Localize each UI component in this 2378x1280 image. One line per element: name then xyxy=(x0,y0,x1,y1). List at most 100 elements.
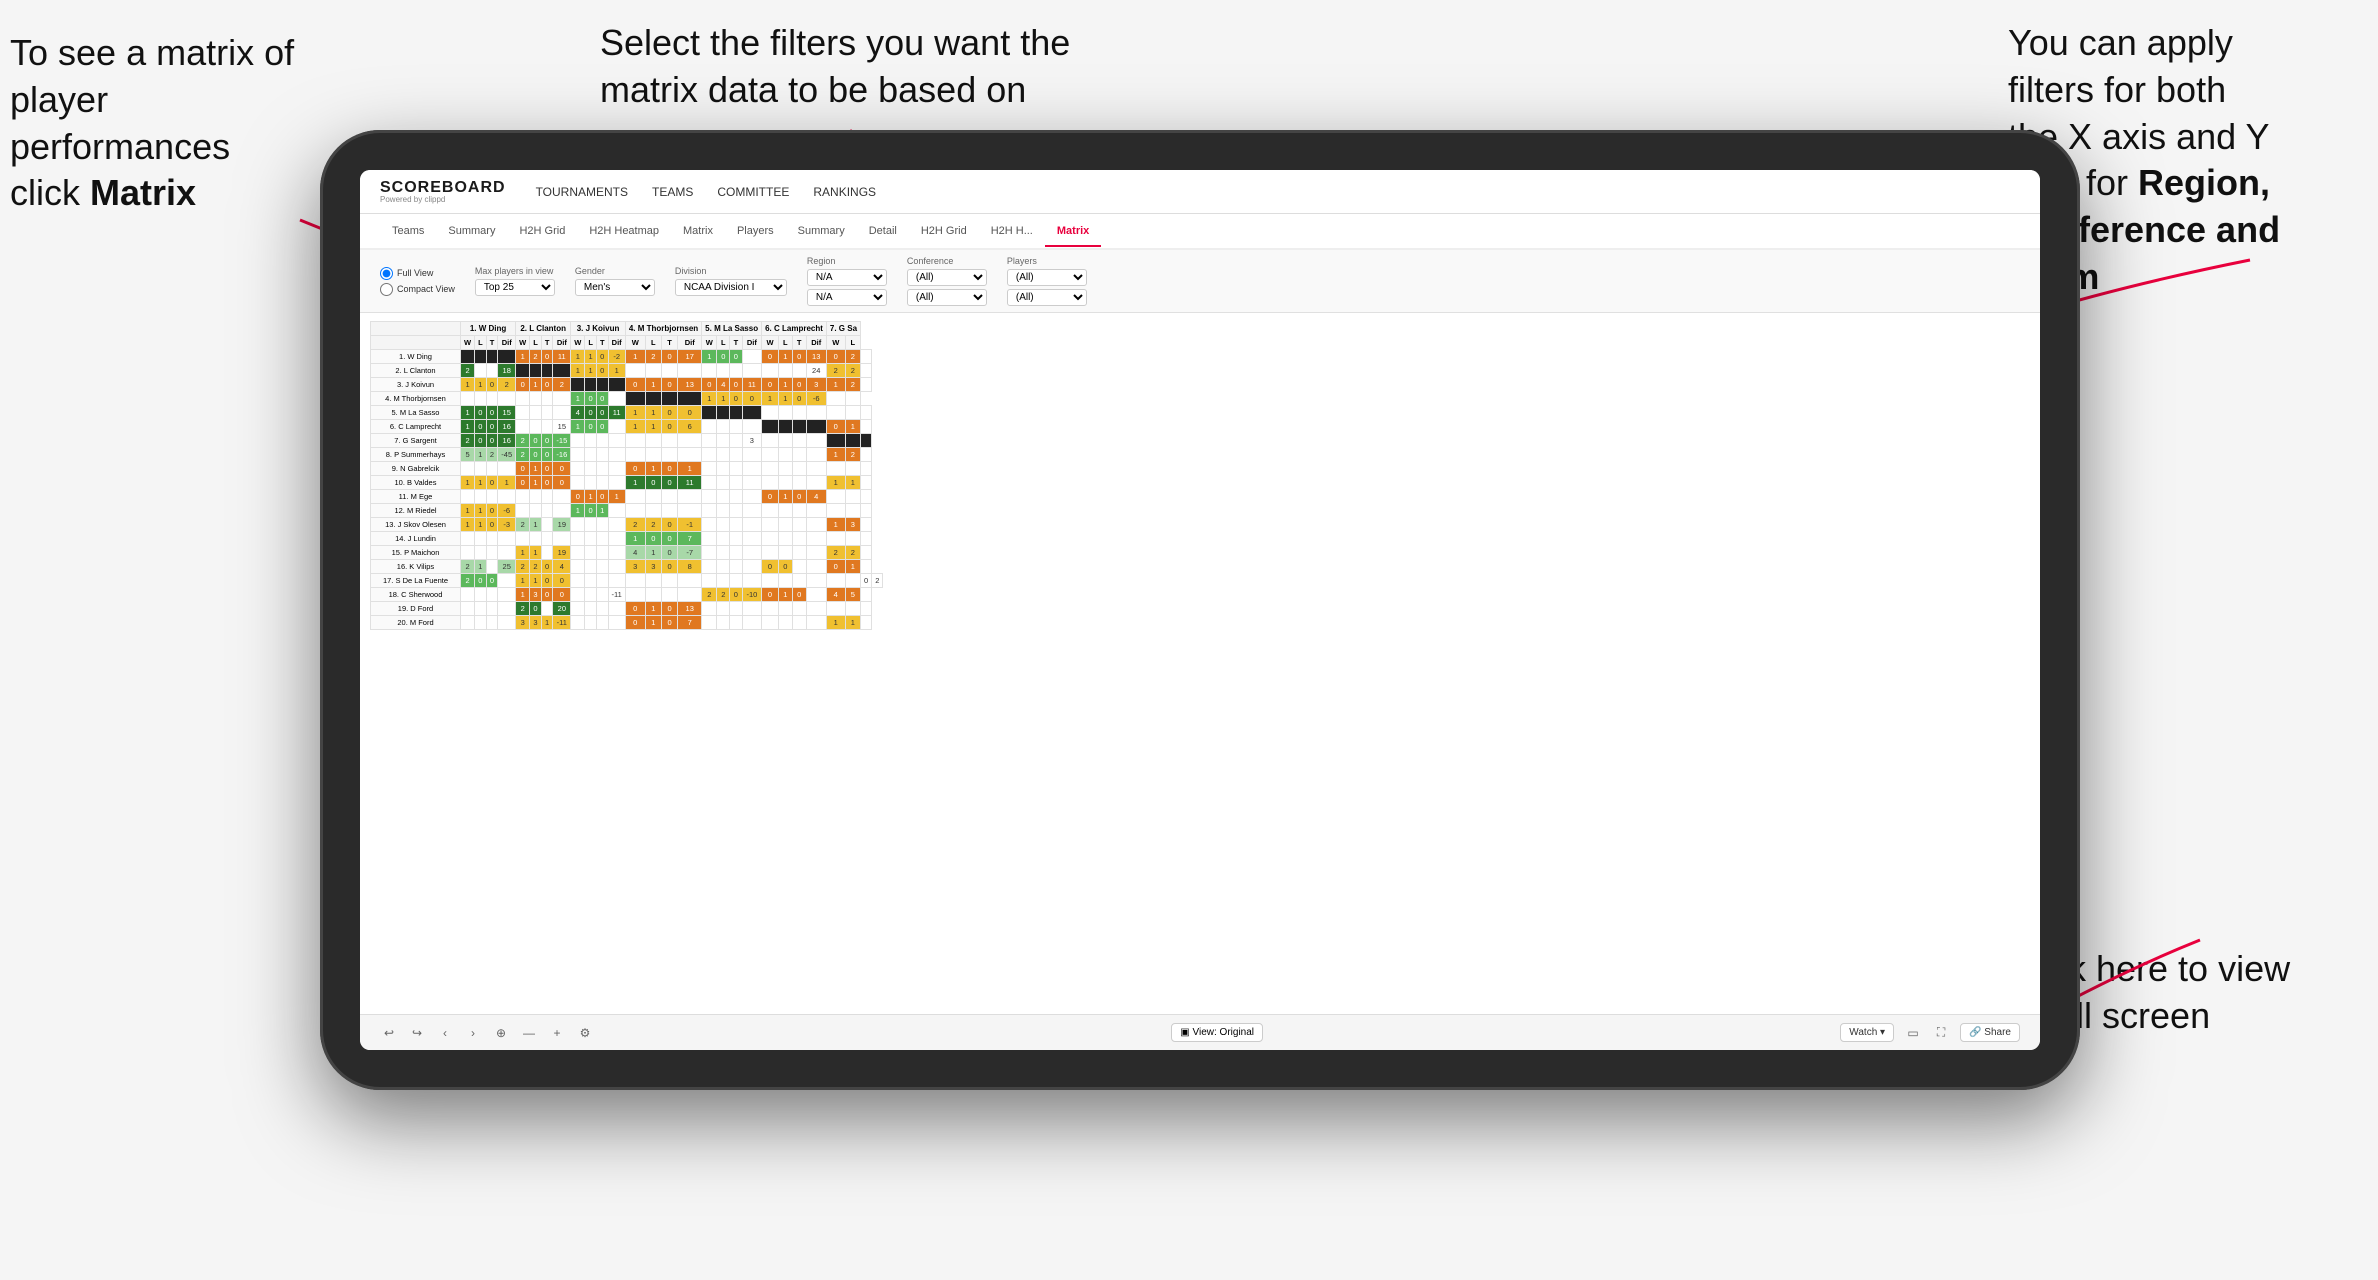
cell-r2-c6-2 xyxy=(792,364,806,378)
cell-r13-c1-2: 0 xyxy=(486,518,498,532)
row-label-19: 19. D Ford xyxy=(371,602,461,616)
max-players-select[interactable]: Top 25 xyxy=(475,279,555,296)
cell-r18-c5-2: 0 xyxy=(730,588,743,602)
cell-r4-c4-1 xyxy=(645,392,661,406)
fullscreen-icon[interactable]: ⛶ xyxy=(1932,1024,1950,1042)
cell-r18-c4-1 xyxy=(645,588,661,602)
cell-r18-c3-1 xyxy=(585,588,597,602)
toolbar-right: Watch ▾ ▭ ⛶ 🔗 Share xyxy=(1840,1023,2020,1042)
compact-view-radio[interactable]: Compact View xyxy=(380,283,455,296)
cell-r4-c1-3 xyxy=(498,392,516,406)
cell-r10-c1-0: 1 xyxy=(461,476,475,490)
nav-item-rankings[interactable]: RANKINGS xyxy=(813,185,876,199)
tab-summary[interactable]: Summary xyxy=(436,217,507,247)
cell-r5-c2-3 xyxy=(553,406,571,420)
players-select1[interactable]: (All) xyxy=(1007,269,1087,286)
cell-r4-c3-0: 1 xyxy=(571,392,585,406)
cell-r19-c2-0: 2 xyxy=(516,602,530,616)
share-button[interactable]: 🔗 Share xyxy=(1960,1023,2020,1042)
row-label-9: 9. N Gabrelcik xyxy=(371,462,461,476)
tab-players[interactable]: Players xyxy=(725,217,786,247)
cell-r7-c6-3 xyxy=(806,434,826,448)
conference-select1[interactable]: (All) xyxy=(907,269,987,286)
cell-r17-c5-2 xyxy=(730,574,743,588)
tab-h2h-grid[interactable]: H2H Grid xyxy=(507,217,577,247)
cell-r14-c2-0 xyxy=(516,532,530,546)
nav-item-teams[interactable]: TEAMS xyxy=(652,185,693,199)
cell-r19-c6-2 xyxy=(792,602,806,616)
cell-r19-c1-2 xyxy=(486,602,498,616)
cell-r10-c5-2 xyxy=(730,476,743,490)
cell-r14-c5-0 xyxy=(702,532,717,546)
cell-r14-c1-2 xyxy=(486,532,498,546)
view-original-button[interactable]: ▣ View: Original xyxy=(1171,1023,1263,1042)
settings-icon[interactable]: ⚙ xyxy=(576,1024,594,1042)
cell-r12-c5-3 xyxy=(742,504,761,518)
tab-summary2[interactable]: Summary xyxy=(786,217,857,247)
cursor-icon[interactable]: ⊕ xyxy=(492,1024,510,1042)
cell-r1-c5-2: 0 xyxy=(730,350,743,364)
cell-r2-c5-3 xyxy=(742,364,761,378)
cell-r11-c2-1 xyxy=(530,490,542,504)
cell-r8-c2-1: 0 xyxy=(530,448,542,462)
cell-r15-c7-0: 2 xyxy=(826,546,845,560)
compact-view-input[interactable] xyxy=(380,283,393,296)
row-label-12: 12. M Riedel xyxy=(371,504,461,518)
cell-r12-c6-3 xyxy=(806,504,826,518)
gender-select[interactable]: Men's xyxy=(575,279,655,296)
cell-r9-c1-2 xyxy=(486,462,498,476)
tab-h2h-grid2[interactable]: H2H Grid xyxy=(909,217,979,247)
cell-r4-c5-3: 0 xyxy=(742,392,761,406)
cell-r6-c4-3: 6 xyxy=(678,420,702,434)
division-select[interactable]: NCAA Division I xyxy=(675,279,787,296)
cell-r13-c1-3: -3 xyxy=(498,518,516,532)
tab-h2h-heatmap[interactable]: H2H Heatmap xyxy=(577,217,671,247)
players-select2[interactable]: (All) xyxy=(1007,289,1087,306)
tv-icon[interactable]: ▭ xyxy=(1904,1024,1922,1042)
tab-teams[interactable]: Teams xyxy=(380,217,436,247)
cell-r17-c2-2: 0 xyxy=(541,574,553,588)
tab-detail[interactable]: Detail xyxy=(857,217,909,247)
cell-r1-c4-1: 2 xyxy=(645,350,661,364)
region-select1[interactable]: N/A xyxy=(807,269,887,286)
full-view-input[interactable] xyxy=(380,267,393,280)
forward-icon[interactable]: › xyxy=(464,1024,482,1042)
cell-r9-c5-2 xyxy=(730,462,743,476)
table-row: 13. J Skov Olesen110-32119220-113 xyxy=(371,518,883,532)
cell-r1-c6-0: 0 xyxy=(762,350,779,364)
cell-r3-c1-3: 2 xyxy=(498,378,516,392)
undo-icon[interactable]: ↩ xyxy=(380,1024,398,1042)
row-label-14: 14. J Lundin xyxy=(371,532,461,546)
tablet-screen: SCOREBOARD Powered by clippd TOURNAMENTS… xyxy=(360,170,2040,1050)
tab-matrix-active[interactable]: Matrix xyxy=(1045,217,1101,247)
back-icon[interactable]: ‹ xyxy=(436,1024,454,1042)
annotation-tc-text: Select the filters you want the matrix d… xyxy=(600,22,1070,110)
division-filter: Division NCAA Division I xyxy=(675,266,787,296)
nav-item-tournaments[interactable]: TOURNAMENTS xyxy=(536,185,628,199)
redo-icon[interactable]: ↪ xyxy=(408,1024,426,1042)
zoom-out-icon[interactable]: — xyxy=(520,1024,538,1042)
cell-r14-c4-2: 0 xyxy=(661,532,677,546)
conference-select2[interactable]: (All) xyxy=(907,289,987,306)
cell-r6-c7-1: 1 xyxy=(845,420,860,434)
full-view-radio[interactable]: Full View xyxy=(380,267,455,280)
cell-r6-c2-0 xyxy=(516,420,530,434)
tab-matrix-left[interactable]: Matrix xyxy=(671,217,725,247)
cell-r12-c3-0: 1 xyxy=(571,504,585,518)
cell-r10-c6-3 xyxy=(806,476,826,490)
row-label-5: 5. M La Sasso xyxy=(371,406,461,420)
cell-r11-c3-3: 1 xyxy=(608,490,625,504)
cell-r16-c1-1: 1 xyxy=(475,560,487,574)
cell-r3-c6-3: 3 xyxy=(806,378,826,392)
cell-r3-c5-3: 11 xyxy=(742,378,761,392)
cell-r6-c1-2: 0 xyxy=(486,420,498,434)
region-select2[interactable]: N/A xyxy=(807,289,887,306)
cell-r8-c5-3 xyxy=(742,448,761,462)
nav-item-committee[interactable]: COMMITTEE xyxy=(717,185,789,199)
tab-h2h-h[interactable]: H2H H... xyxy=(979,217,1045,247)
watch-button[interactable]: Watch ▾ xyxy=(1840,1023,1894,1042)
cell-r12-c4-0 xyxy=(625,504,645,518)
cell-r1-c1-3 xyxy=(498,350,516,364)
zoom-in-icon[interactable]: + xyxy=(548,1024,566,1042)
cell-r3-c5-2: 0 xyxy=(730,378,743,392)
